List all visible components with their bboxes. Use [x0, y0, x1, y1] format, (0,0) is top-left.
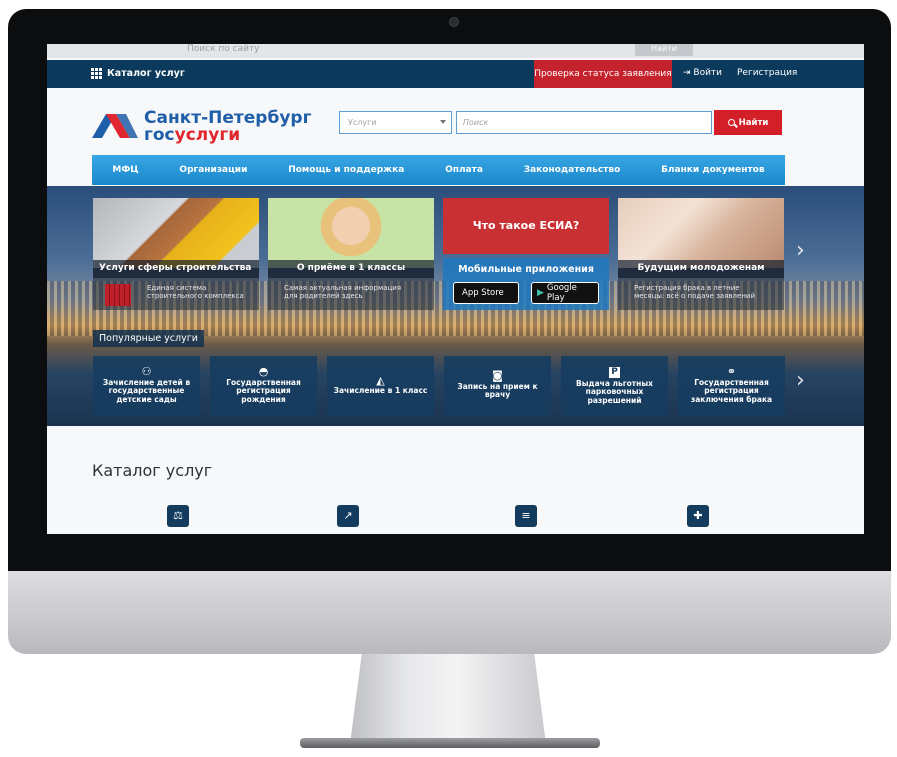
card-text: Самая актуальная информация для родителе… [284, 284, 402, 300]
app-store-button[interactable]: App Store [453, 282, 519, 304]
service-type-select[interactable]: Услуги [339, 111, 452, 134]
search-icon [727, 119, 735, 126]
grid-icon [91, 68, 102, 79]
monitor: Поиск по сайту Найти Каталог услуг Прове… [0, 0, 897, 757]
camera-dot [449, 17, 459, 27]
login-icon: ⇥ [683, 68, 694, 78]
tile-label: Выдача льготных парковочных разрешений [576, 378, 653, 405]
tile-label: Зачисление в 1 класс [333, 386, 428, 395]
top-navbar: Каталог услуг Проверка статуса заявления… [47, 60, 864, 88]
catalog-link[interactable]: Каталог услуг [91, 68, 185, 79]
chevron-down-icon [440, 120, 446, 124]
mobile-apps-panel: Мобильные приложения App Store ▶ Google … [443, 258, 609, 310]
site-logo[interactable]: Санкт-Петербург госуслуги [92, 108, 312, 145]
bell-icon: ◭ [376, 373, 385, 387]
card-wedding[interactable]: Будущим молодоженам Регистрация брака в … [618, 198, 784, 310]
play-icon: ▶ [537, 288, 544, 298]
card-esia-mobile: Что такое ЕСИА? Мобильные приложения App… [443, 198, 609, 310]
construction-logo-icon [105, 284, 131, 306]
card-construction[interactable]: Услуги сферы строительства Единая систем… [93, 198, 259, 310]
menu-item-payment[interactable]: Оплата [445, 165, 483, 175]
card-title: О приёме в 1 классы [268, 260, 434, 278]
tile-birth-registration[interactable]: ◓ Государственная регистрация рождения [210, 356, 317, 416]
ghost-search-button: Найти [635, 44, 693, 56]
tile-first-grade[interactable]: ◭ Зачисление в 1 класс [327, 356, 434, 416]
login-link[interactable]: ⇥ Войти [683, 68, 722, 78]
menu-item-mfc[interactable]: МФЦ [112, 165, 138, 175]
ghost-search-field: Поиск по сайту [187, 44, 260, 54]
google-play-button[interactable]: ▶ Google Play [531, 282, 599, 304]
logo-gosuslugi: госуслуги [144, 125, 240, 145]
tile-parking-permits[interactable]: P Выдача льготных парковочных разрешений [561, 356, 668, 416]
login-label: Войти [693, 68, 723, 78]
scrolled-header-strip: Поиск по сайту Найти [47, 44, 864, 58]
rings-icon: ⚭ [726, 365, 737, 378]
search-button[interactable]: Найти [714, 110, 782, 135]
card-text: Регистрация брака в летние месяцы: всё о… [634, 284, 755, 300]
stroller-icon: ◓ [258, 365, 269, 378]
popular-services-label: Популярные услуги [93, 330, 204, 347]
catalog-heading: Каталог услуг [92, 461, 213, 480]
tile-doctor-appointment[interactable]: ◙ Запись на прием к врачу [444, 356, 551, 416]
register-link[interactable]: Регистрация [737, 68, 797, 78]
search-input[interactable]: Поиск [456, 111, 712, 134]
mobile-apps-title: Мобильные приложения [458, 264, 594, 275]
main-menu: МФЦ Организации Помощь и поддержка Оплат… [92, 155, 785, 185]
tile-label: Государственная регистрация рождения [226, 377, 301, 404]
health-icon[interactable]: ✚ [687, 505, 709, 527]
menu-item-organizations[interactable]: Организации [179, 165, 247, 175]
monitor-foot [300, 738, 600, 748]
tile-marriage-registration[interactable]: ⚭ Государственная регистрация заключения… [678, 356, 785, 416]
monitor-stand [350, 654, 546, 744]
logo-gos-suffix: услуги [174, 125, 241, 145]
chart-icon[interactable]: ↗ [337, 505, 359, 527]
scales-icon[interactable]: ⚖ [167, 505, 189, 527]
construction-image [93, 198, 259, 268]
wedding-hands-image [618, 198, 784, 268]
card-text: Единая система строительного комплекса [147, 284, 244, 300]
medical-icon: ◙ [492, 369, 503, 383]
tile-label: Запись на прием к врачу [457, 381, 538, 400]
hero-banner: Услуги сферы строительства Единая систем… [47, 186, 864, 426]
tile-label: Зачисление детей в государственные детск… [102, 377, 191, 404]
app-store-label: App Store [462, 288, 504, 298]
menu-item-help[interactable]: Помощь и поддержка [288, 165, 404, 175]
carousel-next-icon[interactable]: › [796, 238, 805, 263]
card-school[interactable]: О приёме в 1 классы Самая актуальная инф… [268, 198, 434, 310]
card-title: Услуги сферы строительства [93, 260, 259, 278]
tile-label: Государственная регистрация заключения б… [690, 377, 773, 404]
parking-icon: P [609, 366, 620, 378]
logo-mark-icon [92, 114, 138, 138]
google-play-label: Google Play [546, 283, 577, 303]
popular-next-icon[interactable]: › [796, 368, 805, 393]
menu-item-forms[interactable]: Бланки документов [661, 165, 765, 175]
monitor-chin [8, 571, 891, 654]
children-icon: ⚇ [141, 365, 152, 378]
menu-item-legislation[interactable]: Законодательство [524, 165, 621, 175]
logo-gos-prefix: гос [144, 125, 175, 145]
card-title: Будущим молодоженам [618, 260, 784, 278]
screen: Поиск по сайту Найти Каталог услуг Прове… [47, 44, 864, 534]
school-girl-image [268, 198, 434, 268]
service-type-value: Услуги [348, 118, 377, 127]
catalog-link-label: Каталог услуг [107, 68, 185, 79]
search-button-label: Найти [738, 117, 769, 128]
documents-icon[interactable]: ≡ [515, 505, 537, 527]
check-status-button[interactable]: Проверка статуса заявления [534, 60, 672, 88]
tile-kindergarten[interactable]: ⚇ Зачисление детей в государственные дет… [93, 356, 200, 416]
esia-link[interactable]: Что такое ЕСИА? [443, 198, 609, 254]
